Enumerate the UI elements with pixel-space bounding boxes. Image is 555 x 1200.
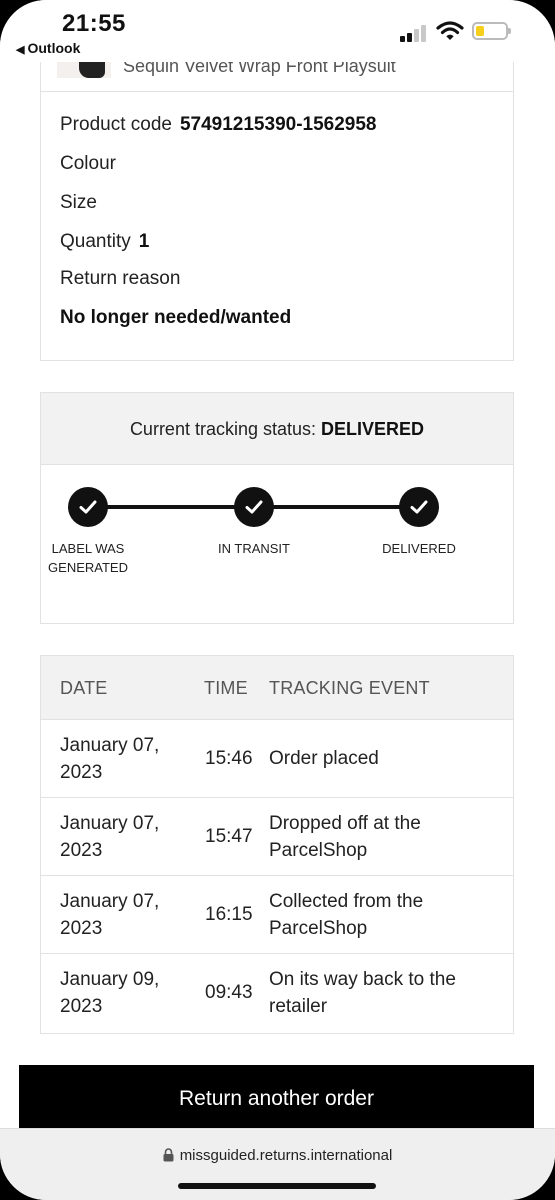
- step-label-generated-check-icon: [68, 487, 108, 527]
- step-label-generated: LABEL WAS GENERATED: [41, 539, 135, 577]
- product-code-label: Product code: [60, 114, 172, 135]
- back-to-app-link[interactable]: ◀ Outlook: [16, 40, 80, 56]
- event-date: January 07, 2023: [60, 888, 190, 942]
- event-date: January 07, 2023: [60, 810, 190, 864]
- back-triangle-icon: ◀: [16, 44, 25, 56]
- step-in-transit-check-icon: [234, 487, 274, 527]
- event-date: January 07, 2023: [60, 732, 190, 786]
- tracking-status-label: Current tracking status:: [129, 419, 317, 439]
- event-time: 16:15: [205, 904, 253, 925]
- home-indicator[interactable]: [178, 1183, 376, 1189]
- event-line: Collected from the: [269, 891, 424, 912]
- event-line: ParcelShop: [269, 918, 368, 939]
- battery-icon: [472, 22, 511, 40]
- quantity-row: Quantity 1: [60, 231, 149, 253]
- size-label: Size: [60, 192, 97, 213]
- step-label-in-transit: IN TRANSIT: [218, 541, 290, 556]
- product-card: Sequin Velvet Wrap Front Playsuit Produc…: [40, 40, 514, 361]
- product-code-value: 57491215390-1562958: [179, 114, 377, 135]
- table-header: DATE TIME TRACKING EVENT: [41, 656, 513, 720]
- table-row: January 09, 2023 09:43 On its way back to…: [41, 954, 513, 1032]
- product-code-row: Product code 57491215390-1562958: [60, 114, 377, 136]
- column-header-date: DATE: [60, 678, 108, 698]
- date-line: January 07,: [60, 891, 160, 912]
- event-time: 15:46: [205, 748, 253, 769]
- step-label-line: LABEL WAS: [51, 541, 125, 556]
- column-header-event: TRACKING EVENT: [269, 678, 430, 698]
- date-line: 2023: [60, 918, 103, 939]
- tracking-status-value: DELIVERED: [321, 419, 425, 439]
- event-line: Dropped off at the: [269, 813, 421, 834]
- event-description: On its way back to the retailer: [269, 966, 499, 1020]
- event-date: January 09, 2023: [60, 966, 190, 1020]
- step-label-line: GENERATED: [48, 560, 128, 575]
- quantity-value: 1: [138, 231, 150, 252]
- table-row: January 07, 2023 16:15 Collected from the…: [41, 876, 513, 954]
- column-header-time: TIME: [204, 678, 248, 698]
- lock-icon: [163, 1148, 174, 1166]
- status-bar: 21:55 ◀ Outlook: [0, 0, 555, 62]
- url-display[interactable]: missguided.returns.international: [0, 1147, 555, 1166]
- table-row: January 07, 2023 15:46 Order placed: [41, 720, 513, 798]
- date-line: January 07,: [60, 813, 160, 834]
- date-line: January 09,: [60, 969, 160, 990]
- url-text: missguided.returns.international: [179, 1147, 393, 1164]
- event-line: ParcelShop: [269, 840, 368, 861]
- status-time: 21:55: [62, 10, 126, 37]
- event-line: On its way back to the: [269, 969, 456, 990]
- tracking-status-header: Current tracking status: DELIVERED: [41, 393, 513, 465]
- return-another-order-button[interactable]: Return another order: [19, 1065, 534, 1132]
- event-description: Collected from the ParcelShop: [269, 888, 499, 942]
- quantity-label: Quantity: [60, 231, 131, 252]
- date-line: January 07,: [60, 735, 160, 756]
- step-label-delivered: DELIVERED: [382, 541, 456, 556]
- colour-label: Colour: [60, 153, 116, 174]
- wifi-icon: [436, 20, 464, 42]
- tracking-events-table: DATE TIME TRACKING EVENT January 07, 2023…: [40, 655, 514, 1034]
- return-reason-value: No longer needed/wanted: [60, 307, 292, 328]
- date-line: 2023: [60, 762, 103, 783]
- back-app-label: Outlook: [27, 40, 81, 56]
- tracking-status-card: Current tracking status: DELIVERED LABEL…: [40, 392, 514, 624]
- step-delivered-check-icon: [399, 487, 439, 527]
- date-line: 2023: [60, 996, 103, 1017]
- cellular-signal-icon: [400, 24, 428, 42]
- return-reason-label: Return reason: [60, 268, 181, 289]
- event-description: Dropped off at the ParcelShop: [269, 810, 499, 864]
- browser-address-bar[interactable]: missguided.returns.international: [0, 1128, 555, 1200]
- event-time: 15:47: [205, 826, 253, 847]
- event-line: retailer: [269, 996, 328, 1017]
- event-description: Order placed: [269, 748, 379, 769]
- date-line: 2023: [60, 840, 103, 861]
- event-time: 09:43: [205, 982, 253, 1003]
- table-row: January 07, 2023 15:47 Dropped off at the…: [41, 798, 513, 876]
- phone-screen: Sequin Velvet Wrap Front Playsuit Produc…: [0, 0, 555, 1200]
- tracking-status-text: Current tracking status: DELIVERED: [41, 419, 513, 440]
